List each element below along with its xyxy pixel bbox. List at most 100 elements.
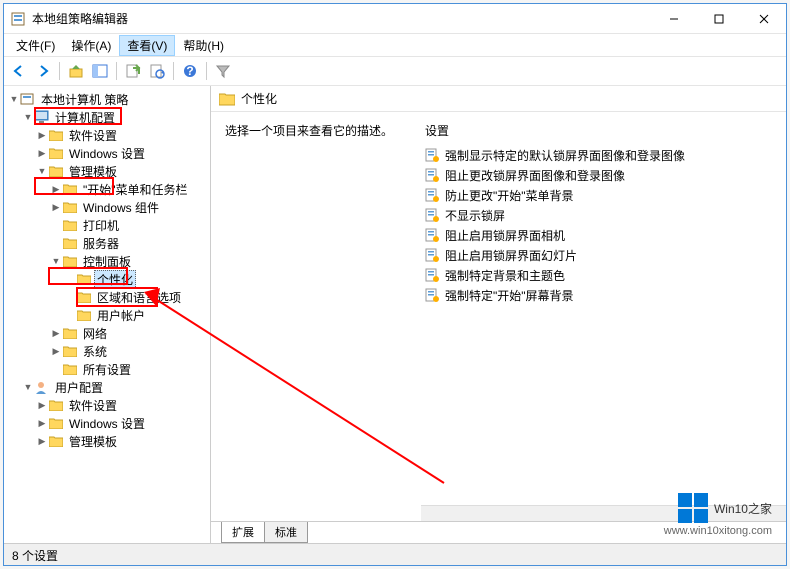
tree-network[interactable]: ▶ 网络	[4, 324, 210, 342]
tree-control-panel[interactable]: ▼ 控制面板	[4, 252, 210, 270]
policy-item-icon	[425, 268, 439, 282]
tab-extended[interactable]: 扩展	[221, 522, 265, 543]
expander-icon[interactable]: ▶	[50, 328, 62, 339]
watermark: Win10之家 www.win10xitong.com	[664, 493, 772, 537]
policy-item-icon	[425, 208, 439, 222]
menu-view[interactable]: 查看(V)	[119, 35, 175, 56]
description-column: 选择一个项目来查看它的描述。	[225, 122, 405, 511]
watermark-url: www.win10xitong.com	[664, 525, 772, 537]
folder-icon	[76, 272, 92, 286]
tree-start-taskbar[interactable]: ▶ "开始"菜单和任务栏	[4, 180, 210, 198]
setting-label: 阻止更改锁屏界面图像和登录图像	[445, 167, 625, 184]
tree-u-admin-templates[interactable]: ▶ 管理模板	[4, 432, 210, 450]
export-button[interactable]	[122, 60, 144, 82]
content-title: 个性化	[241, 90, 277, 107]
tree-software-settings[interactable]: ▶ 软件设置	[4, 126, 210, 144]
content-panel: 个性化 选择一个项目来查看它的描述。 设置 强制显示特定的默认锁屏界面图像和登录…	[211, 86, 786, 543]
content-header: 个性化	[211, 86, 786, 112]
folder-icon	[62, 362, 78, 376]
expander-icon[interactable]: ▼	[22, 112, 34, 122]
folder-icon	[62, 218, 78, 232]
expander-icon[interactable]: ▼	[22, 382, 34, 392]
folder-icon	[48, 128, 64, 142]
tree-printers[interactable]: 打印机	[4, 216, 210, 234]
expander-icon[interactable]: ▶	[36, 130, 48, 141]
expander-icon[interactable]: ▼	[36, 166, 48, 176]
folder-icon	[219, 92, 235, 106]
expander-icon[interactable]: ▶	[36, 400, 48, 411]
menu-action[interactable]: 操作(A)	[63, 35, 119, 56]
tree-user-config[interactable]: ▼ 用户配置	[4, 378, 210, 396]
app-icon	[10, 11, 26, 27]
show-hide-tree-button[interactable]	[89, 60, 111, 82]
tree-windows-settings[interactable]: ▶ Windows 设置	[4, 144, 210, 162]
policy-item-icon	[425, 288, 439, 302]
tree-panel[interactable]: ▼ 本地计算机 策略 ▼ 计算机配置 ▶ 软件设置 ▶ Windows 设置 ▼	[4, 86, 211, 543]
expander-icon[interactable]: ▼	[50, 256, 62, 266]
tree-system[interactable]: ▶ 系统	[4, 342, 210, 360]
maximize-button[interactable]	[696, 4, 741, 33]
tree-root[interactable]: ▼ 本地计算机 策略	[4, 90, 210, 108]
policy-item-icon	[425, 188, 439, 202]
refresh-button[interactable]	[146, 60, 168, 82]
filter-button[interactable]	[212, 60, 234, 82]
settings-column: 设置 强制显示特定的默认锁屏界面图像和登录图像阻止更改锁屏界面图像和登录图像防止…	[425, 122, 772, 511]
folder-icon	[48, 434, 64, 448]
minimize-button[interactable]	[651, 4, 696, 33]
folder-icon	[48, 398, 64, 412]
tree-u-software-settings[interactable]: ▶ 软件设置	[4, 396, 210, 414]
windows-logo-icon	[678, 493, 708, 523]
expander-icon[interactable]: ▶	[36, 148, 48, 159]
tree-personalization[interactable]: 个性化	[4, 270, 210, 288]
tree-user-accounts[interactable]: 用户帐户	[4, 306, 210, 324]
tab-standard[interactable]: 标准	[265, 522, 308, 543]
help-button[interactable]: ?	[179, 60, 201, 82]
setting-item[interactable]: 强制显示特定的默认锁屏界面图像和登录图像	[425, 145, 772, 165]
expander-icon[interactable]: ▶	[50, 202, 62, 213]
setting-item[interactable]: 阻止启用锁屏界面相机	[425, 225, 772, 245]
forward-button[interactable]	[32, 60, 54, 82]
expander-icon[interactable]: ▶	[50, 346, 62, 357]
tree-windows-components[interactable]: ▶ Windows 组件	[4, 198, 210, 216]
folder-icon	[76, 308, 92, 322]
tree-all-settings[interactable]: 所有设置	[4, 360, 210, 378]
expander-icon[interactable]: ▶	[36, 436, 48, 447]
menubar: 文件(F) 操作(A) 查看(V) 帮助(H)	[4, 34, 786, 56]
tree-u-windows-settings[interactable]: ▶ Windows 设置	[4, 414, 210, 432]
user-icon	[34, 380, 50, 394]
status-text: 8 个设置	[12, 549, 58, 563]
back-button[interactable]	[8, 60, 30, 82]
expander-icon[interactable]: ▶	[36, 418, 48, 429]
setting-item[interactable]: 阻止启用锁屏界面幻灯片	[425, 245, 772, 265]
toolbar: ?	[4, 56, 786, 86]
up-button[interactable]	[65, 60, 87, 82]
policy-item-icon	[425, 248, 439, 262]
policy-item-icon	[425, 228, 439, 242]
folder-icon	[76, 290, 92, 304]
folder-icon	[62, 326, 78, 340]
setting-label: 阻止启用锁屏界面相机	[445, 227, 565, 244]
tree-admin-templates[interactable]: ▼ 管理模板	[4, 162, 210, 180]
policy-item-icon	[425, 168, 439, 182]
tree-server[interactable]: 服务器	[4, 234, 210, 252]
setting-item[interactable]: 强制特定"开始"屏幕背景	[425, 285, 772, 305]
folder-icon	[62, 344, 78, 358]
setting-label: 强制特定"开始"屏幕背景	[445, 287, 574, 304]
close-button[interactable]	[741, 4, 786, 33]
tree-region-lang[interactable]: 区域和语言选项	[4, 288, 210, 306]
setting-item[interactable]: 阻止更改锁屏界面图像和登录图像	[425, 165, 772, 185]
setting-label: 阻止启用锁屏界面幻灯片	[445, 247, 577, 264]
setting-label: 强制显示特定的默认锁屏界面图像和登录图像	[445, 147, 685, 164]
setting-label: 防止更改"开始"菜单背景	[445, 187, 574, 204]
setting-item[interactable]: 防止更改"开始"菜单背景	[425, 185, 772, 205]
expander-icon[interactable]: ▶	[50, 184, 62, 195]
setting-item[interactable]: 不显示锁屏	[425, 205, 772, 225]
folder-icon	[62, 254, 78, 268]
window-title: 本地组策略编辑器	[32, 10, 651, 27]
expander-icon[interactable]: ▼	[8, 94, 20, 104]
menu-help[interactable]: 帮助(H)	[175, 35, 232, 56]
status-bar: 8 个设置	[4, 543, 786, 565]
menu-file[interactable]: 文件(F)	[8, 35, 63, 56]
setting-item[interactable]: 强制特定背景和主题色	[425, 265, 772, 285]
tree-computer-config[interactable]: ▼ 计算机配置	[4, 108, 210, 126]
